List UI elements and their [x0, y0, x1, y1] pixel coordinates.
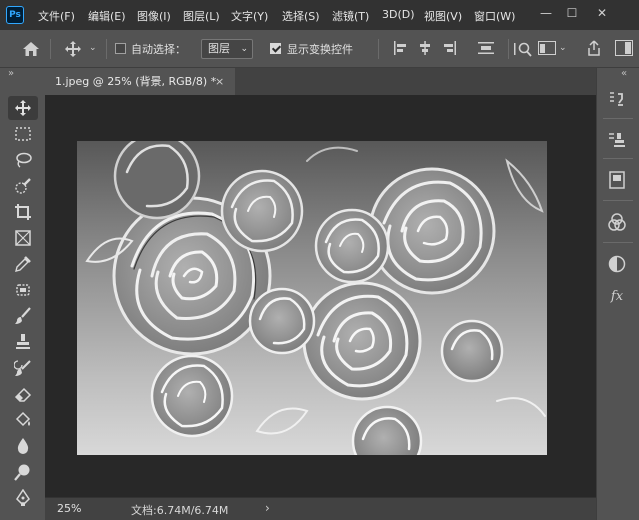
show-transform-checkbox[interactable]	[270, 43, 281, 54]
move-tool[interactable]	[8, 96, 38, 120]
workspace-icon[interactable]	[538, 41, 556, 58]
toolbar-collapse-icon[interactable]: »	[8, 68, 14, 79]
blur-icon	[17, 438, 29, 454]
brush-icon	[15, 307, 31, 324]
blur-tool[interactable]	[8, 434, 38, 458]
status-bar: 25% 文档:6.74M/6.74M ›	[45, 497, 596, 520]
restore-button[interactable]: ☐	[560, 3, 584, 23]
status-menu-arrow[interactable]: ›	[265, 501, 270, 515]
document-tab-title: 1.jpeg @ 25% (背景, RGB/8) *	[55, 75, 217, 88]
minimize-button[interactable]: —	[534, 3, 558, 23]
document-image[interactable]	[77, 141, 547, 455]
color-panel-icon[interactable]	[605, 210, 629, 234]
patch-tool[interactable]	[8, 278, 38, 302]
panel-layout-icon[interactable]	[615, 40, 633, 59]
document-tab[interactable]: 1.jpeg @ 25% (背景, RGB/8) *	[45, 68, 235, 95]
eyedropper-tool[interactable]	[8, 252, 38, 276]
styles-fx-icon[interactable]: fx	[605, 284, 629, 308]
menu-file[interactable]: 文件(F)	[38, 8, 75, 24]
eraser-tool[interactable]	[8, 382, 38, 406]
photoshop-logo: Ps	[6, 6, 24, 24]
paint-bucket-tool[interactable]	[8, 408, 38, 432]
auto-select-label: 自动选择：	[131, 43, 186, 56]
brush-tool[interactable]	[8, 304, 38, 328]
frame-tool[interactable]	[8, 226, 38, 250]
tools-panel	[6, 92, 40, 520]
history-panel-icon[interactable]	[605, 88, 629, 112]
marquee-icon	[15, 127, 31, 141]
crop-tool[interactable]	[8, 200, 38, 224]
move-icon	[15, 100, 31, 116]
lasso-tool[interactable]	[8, 148, 38, 172]
pen-tool[interactable]	[8, 486, 38, 510]
home-icon[interactable]	[22, 41, 40, 60]
quick-selection-icon	[15, 178, 31, 194]
eyedropper-icon	[15, 256, 31, 272]
auto-select-target-dropdown[interactable]: 图层 ⌄	[201, 39, 253, 59]
chevron-down-icon[interactable]: ⌄	[559, 43, 567, 53]
embossed-roses-image	[77, 141, 547, 455]
menu-bar: Ps 文件(F) 编辑(E) 图像(I) 图层(L) 文字(Y) 选择(S) 滤…	[0, 0, 639, 30]
auto-select-checkbox[interactable]	[115, 43, 126, 54]
eraser-icon	[14, 387, 32, 402]
clone-source-panel-icon[interactable]	[605, 128, 629, 152]
menu-select[interactable]: 选择(S)	[282, 8, 320, 24]
auto-select-target-value: 图层	[208, 42, 230, 55]
pen-icon	[16, 489, 30, 506]
stamp-icon	[16, 334, 30, 349]
menu-view[interactable]: 视图(V)	[424, 8, 462, 24]
chevron-down-icon[interactable]: ⌄	[89, 43, 97, 53]
zoom-level[interactable]: 25%	[57, 502, 81, 515]
frame-icon	[15, 230, 31, 246]
align-right-icon[interactable]	[443, 41, 457, 58]
move-options-icon[interactable]	[64, 40, 82, 61]
distribute-icon[interactable]	[478, 41, 494, 58]
tab-close-icon[interactable]: ×	[215, 68, 224, 95]
crop-icon	[15, 204, 31, 220]
dodge-icon	[14, 464, 30, 481]
options-bar: ⌄ 自动选择： 图层 ⌄ 显示变换控件 ⌄	[0, 30, 639, 68]
lasso-icon	[16, 152, 32, 168]
menu-3d[interactable]: 3D(D)	[382, 8, 415, 21]
close-window-button[interactable]: ✕	[590, 3, 614, 23]
menu-window[interactable]: 窗口(W)	[474, 8, 515, 24]
clone-stamp-tool[interactable]	[8, 330, 38, 354]
menu-image[interactable]: 图像(I)	[137, 8, 171, 24]
menu-type[interactable]: 文字(Y)	[231, 8, 268, 24]
right-panel-strip: « fx	[596, 68, 639, 520]
patch-icon	[16, 284, 30, 296]
menu-filter[interactable]: 滤镜(T)	[332, 8, 369, 24]
align-left-icon[interactable]	[393, 41, 407, 58]
menu-edit[interactable]: 编辑(E)	[88, 8, 126, 24]
quick-selection-tool[interactable]	[8, 174, 38, 198]
show-transform-label: 显示变换控件	[287, 43, 353, 56]
dodge-tool[interactable]	[8, 460, 38, 484]
history-brush-tool[interactable]	[8, 356, 38, 380]
share-icon[interactable]	[587, 40, 601, 59]
document-size-info: 文档:6.74M/6.74M	[131, 504, 229, 517]
chevron-down-icon: ⌄	[240, 44, 248, 54]
align-center-icon[interactable]	[418, 41, 432, 58]
menu-layer[interactable]: 图层(L)	[183, 8, 220, 24]
panel-collapse-icon[interactable]: «	[621, 68, 627, 79]
adjustments-panel-icon[interactable]	[605, 252, 629, 276]
marquee-tool[interactable]	[8, 122, 38, 146]
libraries-panel-icon[interactable]	[605, 168, 629, 192]
history-brush-icon	[14, 360, 31, 376]
paint-bucket-icon	[15, 411, 31, 427]
search-icon[interactable]	[514, 40, 532, 61]
